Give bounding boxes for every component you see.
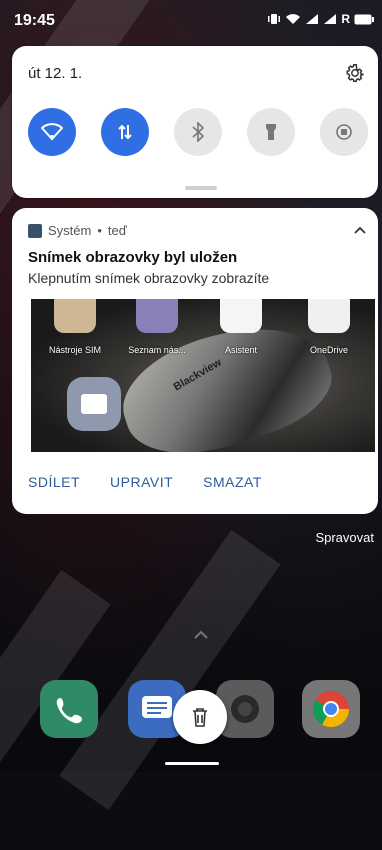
chevron-up-icon[interactable] [192, 628, 210, 640]
contacts-icon [136, 299, 178, 333]
preview-app-assistant: Asistent [205, 299, 277, 355]
tile-bluetooth[interactable] [174, 108, 222, 156]
trash-icon [193, 708, 207, 727]
wifi-icon [41, 123, 63, 141]
wifi-icon [286, 14, 301, 24]
folder-icon [67, 377, 121, 431]
preview-app-label: Seznam nás... [128, 345, 186, 355]
chrome-app[interactable] [302, 680, 360, 738]
delete-button[interactable]: SMAZAT [203, 474, 262, 490]
signal-icon [306, 14, 319, 24]
tile-mobile-data[interactable] [101, 108, 149, 156]
battery-icon [354, 14, 374, 24]
bluetooth-icon [192, 122, 205, 142]
status-time: 19:45 [14, 12, 55, 29]
sim-tools-icon [54, 299, 96, 333]
notification-app-name: Systém [48, 223, 92, 238]
tile-wifi[interactable] [28, 108, 76, 156]
edit-button[interactable]: UPRAVIT [110, 474, 173, 490]
notification-separator: • [97, 223, 102, 238]
manage-button[interactable]: Spravovat [315, 530, 374, 545]
data-transfer-icon [118, 124, 132, 140]
screenshot-preview[interactable]: Blackview Nástroje SIM Seznam nás... Asi… [31, 299, 375, 452]
preview-app-label: Nástroje SIM [48, 345, 101, 355]
notification-actions: SDÍLET UPRAVIT SMAZAT [28, 474, 262, 490]
network-label: R [341, 12, 350, 26]
onedrive-icon [308, 299, 350, 333]
preview-app-label: Asistent [224, 345, 257, 355]
gesture-nav-handle[interactable] [165, 762, 219, 765]
qs-drag-handle[interactable] [185, 186, 217, 190]
notification-header: Systém • teď [28, 223, 127, 238]
chrome-icon [312, 691, 349, 728]
flashlight-icon [266, 124, 276, 140]
assistant-icon [220, 299, 262, 333]
wallpaper-stripe [59, 529, 281, 811]
notification-title: Snímek obrazovky byl uložen [28, 249, 238, 266]
notification-body: Klepnutím snímek obrazovky zobrazíte [28, 270, 270, 286]
quick-settings-panel: út 12. 1. [12, 46, 378, 198]
tile-flashlight[interactable] [247, 108, 295, 156]
preview-app-sim-tools: Nástroje SIM [39, 299, 111, 355]
screenshot-notification[interactable]: Systém • teď Snímek obrazovky byl uložen… [12, 208, 378, 514]
qs-date[interactable]: út 12. 1. [28, 65, 82, 82]
vibrate-icon [268, 14, 281, 24]
gear-icon[interactable] [344, 62, 366, 84]
auto-rotate-icon [336, 124, 352, 140]
notification-time: teď [107, 223, 127, 238]
status-bar: 19:45 R [0, 0, 382, 40]
delete-screenshot-button[interactable] [173, 690, 227, 744]
chevron-up-icon[interactable] [352, 222, 368, 238]
image-icon [28, 223, 42, 238]
preview-app-contacts: Seznam nás... [121, 299, 193, 355]
status-icons: R [267, 12, 374, 26]
signal-icon [324, 14, 337, 24]
preview-app-label: OneDrive [309, 345, 348, 355]
phone-app[interactable] [40, 680, 98, 738]
qs-tiles [28, 108, 368, 156]
phone-icon [56, 698, 82, 724]
preview-app-onedrive: OneDrive [293, 299, 365, 355]
share-button[interactable]: SDÍLET [28, 474, 80, 490]
tile-auto-rotate[interactable] [320, 108, 368, 156]
